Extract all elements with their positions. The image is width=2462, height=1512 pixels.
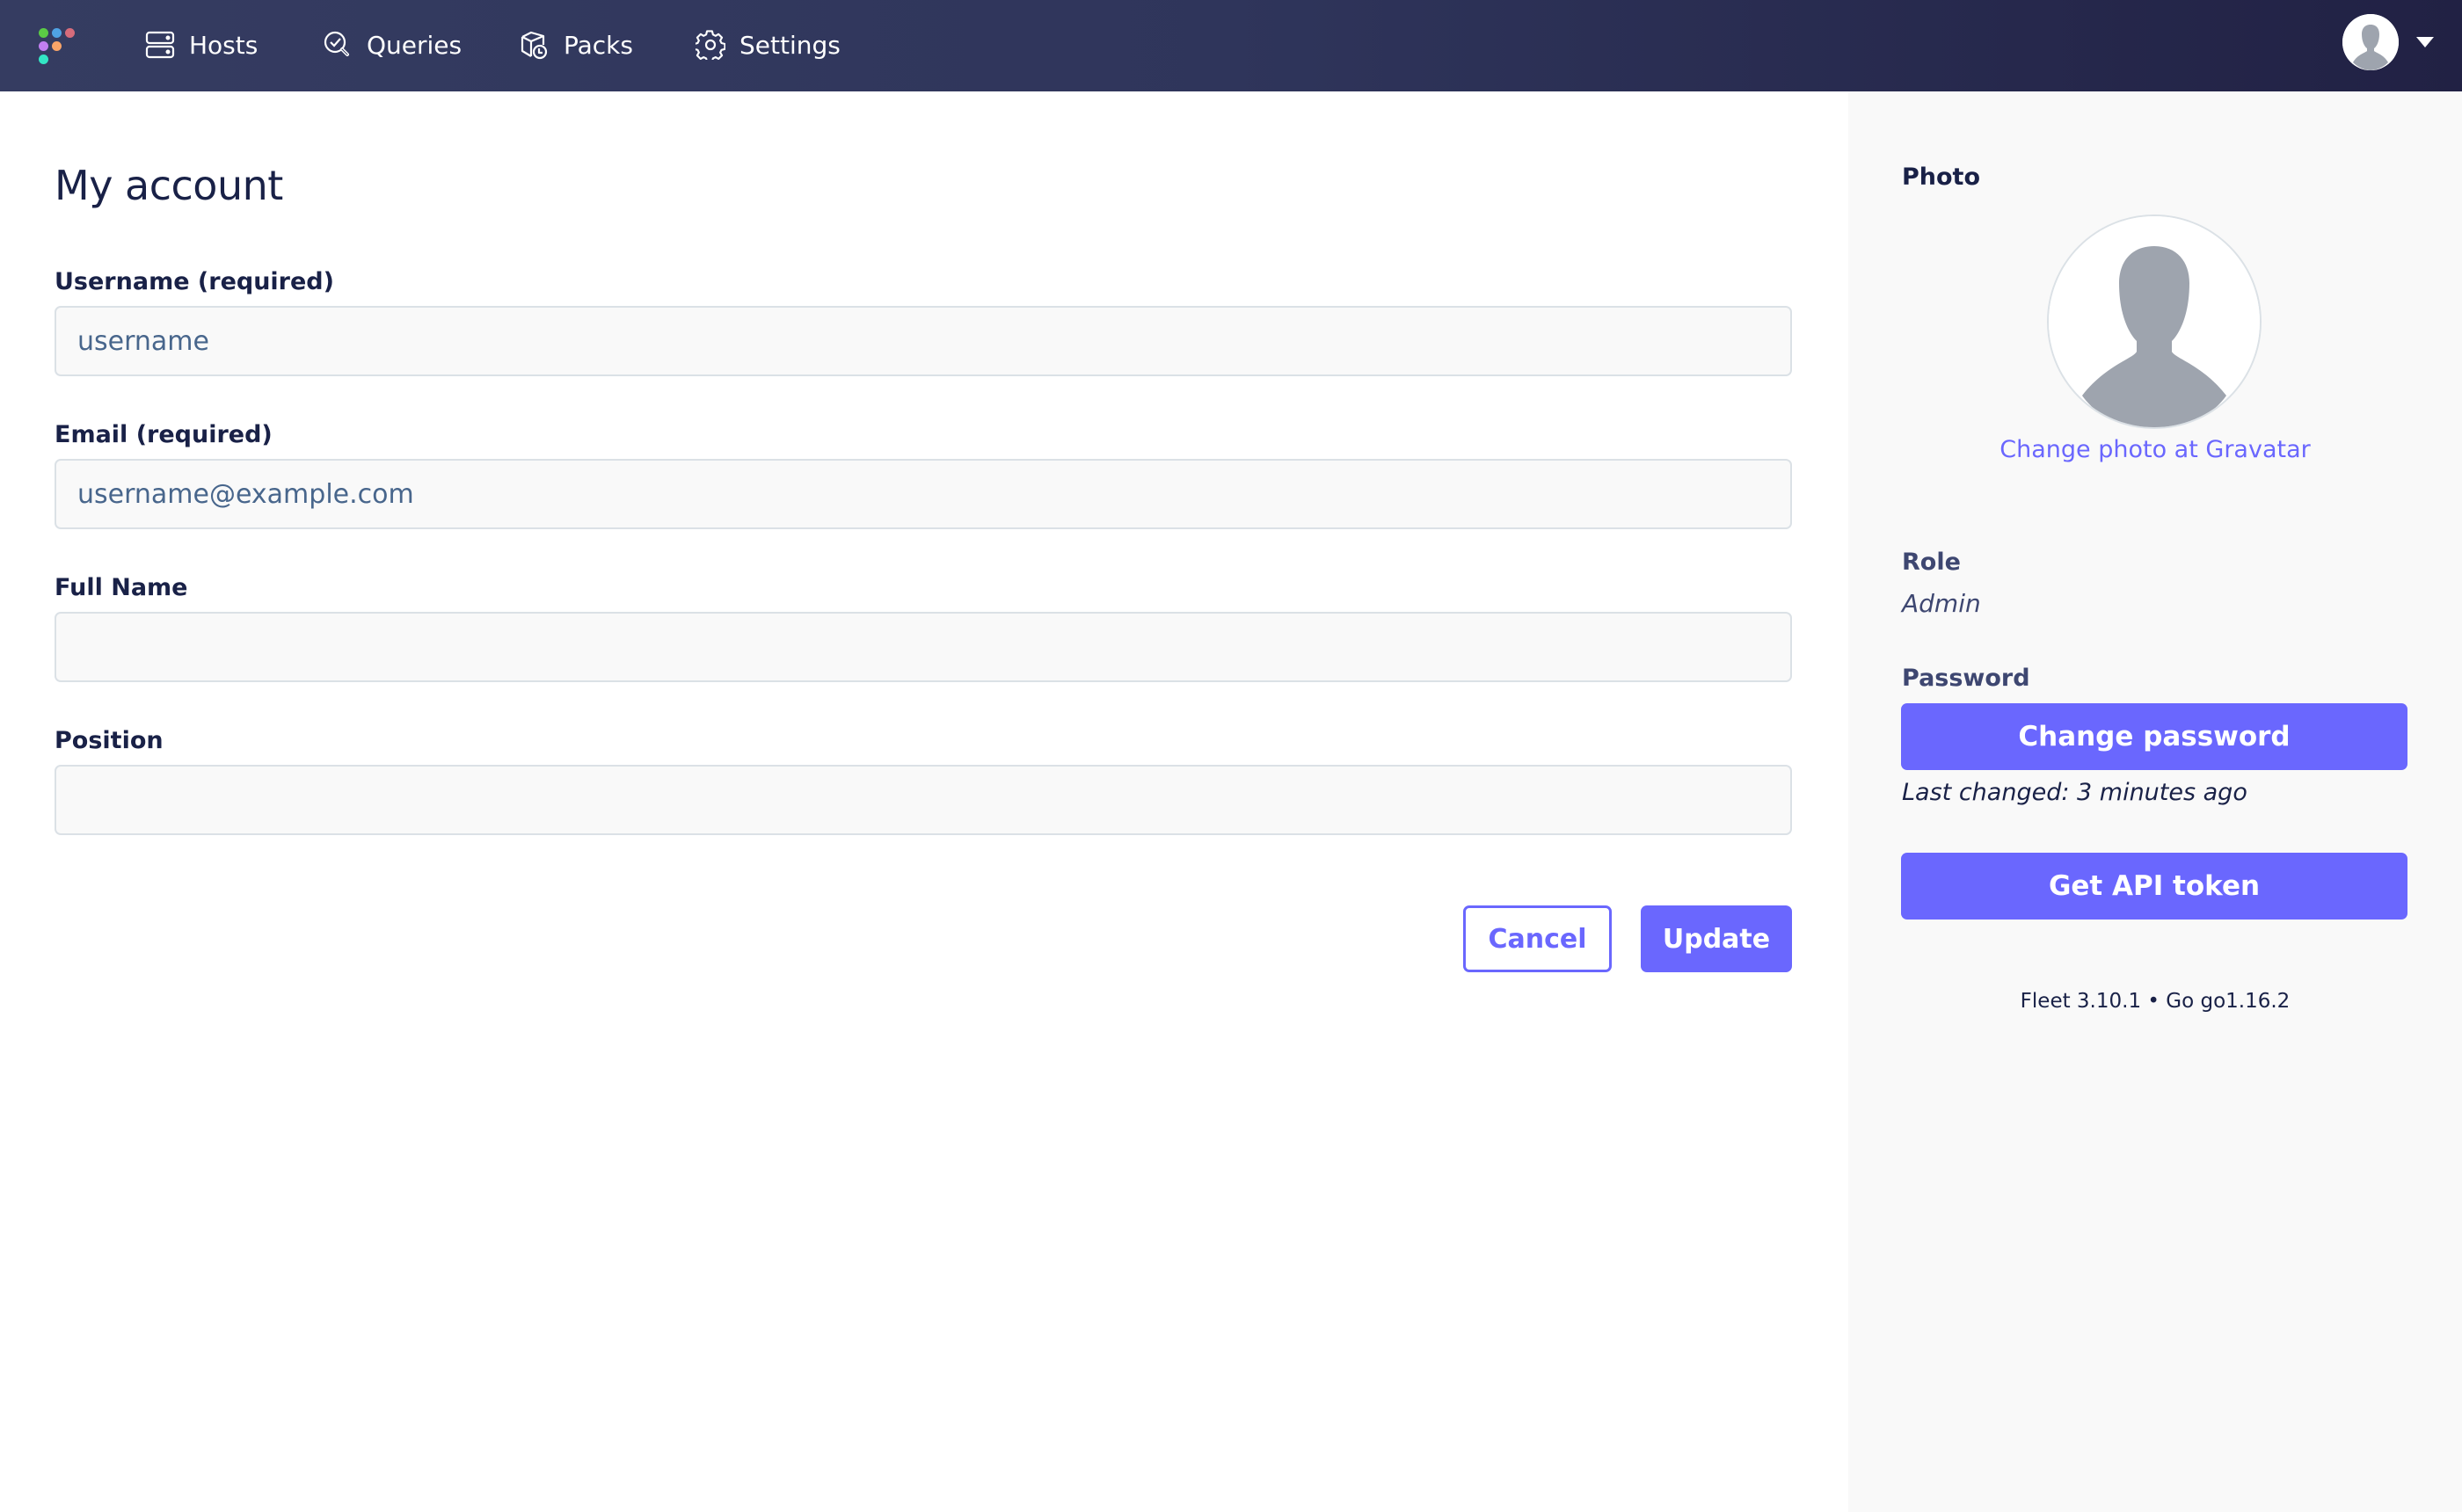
- position-input[interactable]: [55, 765, 1792, 835]
- profile-photo: [2047, 214, 2262, 429]
- user-avatar-icon: [2049, 216, 2260, 427]
- logo-dot: [39, 55, 48, 64]
- full-name-label: Full Name: [55, 574, 188, 601]
- cancel-button[interactable]: Cancel: [1463, 905, 1612, 972]
- user-avatar-icon: [2342, 14, 2399, 70]
- nav-item-label: Settings: [739, 30, 841, 60]
- email-input[interactable]: [55, 459, 1792, 529]
- top-navigation: Hosts Queries Packs Settings: [0, 0, 2462, 91]
- hosts-icon: [145, 31, 175, 59]
- position-label: Position: [55, 727, 164, 754]
- nav-item-queries[interactable]: Queries: [323, 23, 462, 67]
- nav-item-settings[interactable]: Settings: [696, 23, 841, 67]
- role-label: Role: [1902, 549, 1961, 576]
- nav-item-label: Packs: [564, 30, 633, 60]
- role-value: Admin: [1902, 589, 1981, 618]
- fleet-logo[interactable]: [35, 25, 79, 69]
- email-label: Email (required): [55, 421, 273, 448]
- username-label: Username (required): [55, 268, 334, 295]
- account-sidebar: Photo Change photo at Gravatar Role Admi…: [1848, 91, 2462, 1512]
- page-title: My account: [55, 162, 283, 209]
- photo-label: Photo: [1902, 164, 1981, 191]
- user-menu-avatar[interactable]: [2342, 14, 2399, 70]
- account-form-panel: My account Username (required) Email (re…: [0, 91, 1848, 1512]
- logo-dot: [52, 41, 62, 51]
- full-name-input[interactable]: [55, 612, 1792, 682]
- nav-item-hosts[interactable]: Hosts: [145, 23, 258, 67]
- get-api-token-button[interactable]: Get API token: [1901, 853, 2407, 920]
- nav-item-label: Queries: [367, 30, 463, 60]
- password-last-changed: Last changed: 3 minutes ago: [1902, 779, 2247, 806]
- logo-dot: [39, 28, 48, 38]
- nav-item-packs[interactable]: Packs: [520, 23, 633, 67]
- logo-dot: [65, 28, 75, 38]
- queries-icon: [324, 31, 349, 56]
- logo-dot: [39, 41, 48, 51]
- change-photo-link[interactable]: Change photo at Gravatar: [1848, 436, 2462, 463]
- packs-icon: [521, 31, 548, 60]
- nav-item-label: Hosts: [189, 30, 259, 60]
- change-password-button[interactable]: Change password: [1901, 703, 2407, 770]
- update-button[interactable]: Update: [1641, 905, 1792, 972]
- password-label: Password: [1902, 665, 2030, 692]
- version-info: Fleet 3.10.1 • Go go1.16.2: [2020, 990, 2291, 1013]
- username-input[interactable]: [55, 306, 1792, 376]
- logo-dot: [52, 28, 62, 38]
- caret-down-icon[interactable]: [2416, 37, 2434, 47]
- settings-icon: [696, 30, 725, 60]
